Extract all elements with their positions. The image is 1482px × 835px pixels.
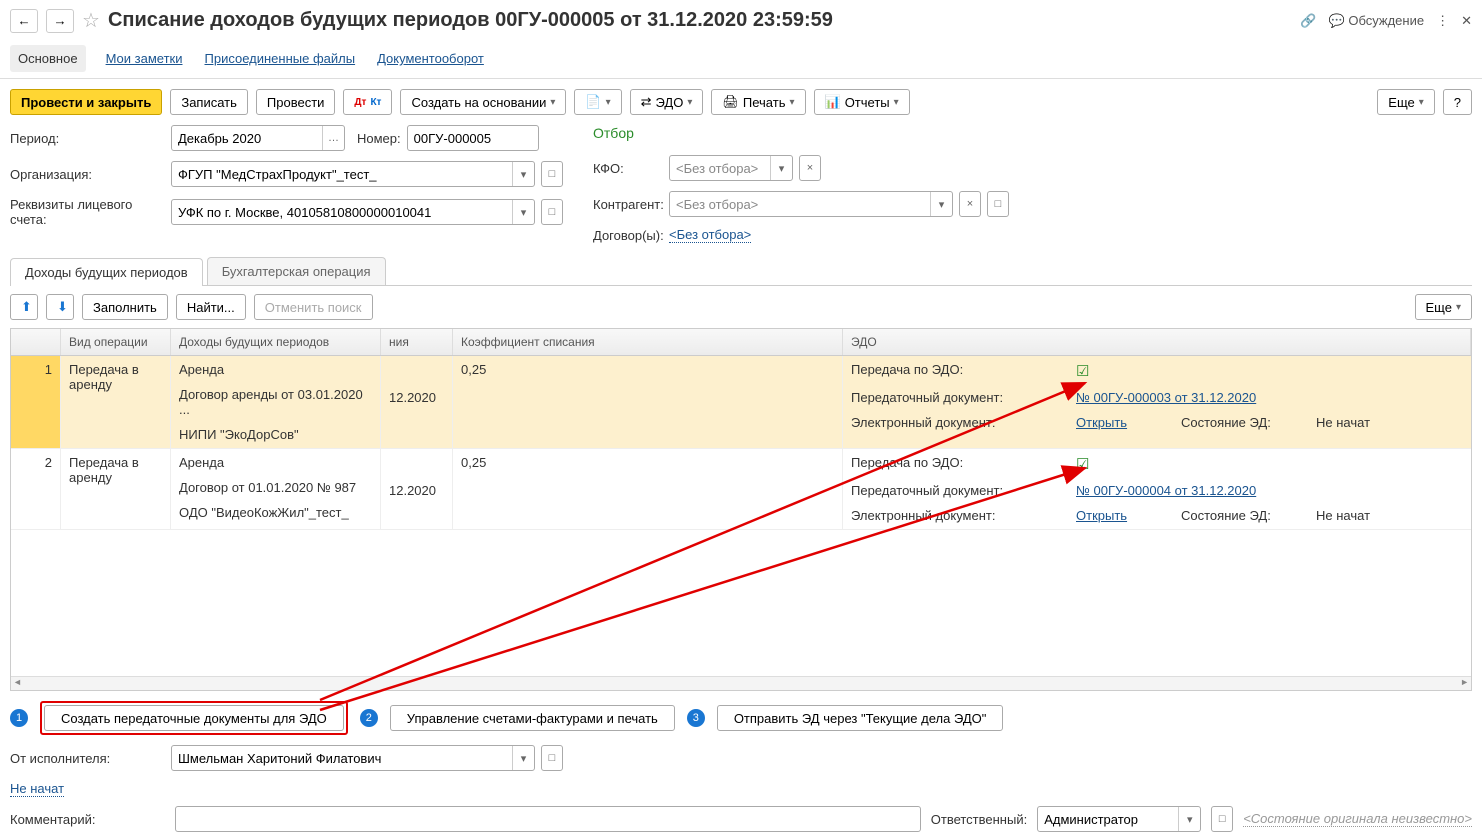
org-label: Организация:: [10, 167, 165, 182]
reports-button[interactable]: 📊 Отчеты: [814, 89, 910, 115]
close-icon[interactable]: ✕: [1461, 13, 1472, 29]
edo-doc-link[interactable]: № 00ГУ-000003 от 31.12.2020: [1076, 390, 1256, 405]
title-bar: ← → ☆ Списание доходов будущих периодов …: [0, 0, 1482, 33]
back-button[interactable]: ←: [10, 9, 38, 33]
send-ed-button[interactable]: Отправить ЭД через "Текущие дела ЭДО": [717, 705, 1004, 731]
contr-input[interactable]: [670, 192, 930, 216]
period-label: Период:: [10, 131, 165, 146]
page-title: Списание доходов будущих периодов 00ГУ-0…: [108, 9, 1292, 32]
contr-drop-icon[interactable]: ▾: [930, 192, 952, 216]
contr-clear-icon[interactable]: ×: [959, 191, 981, 217]
checkbox-icon[interactable]: ☑: [1076, 362, 1089, 380]
step-badge-1: 1: [10, 709, 28, 727]
print-button[interactable]: 🖨 Печать: [711, 89, 805, 115]
resp-input[interactable]: [1038, 807, 1178, 831]
post-close-button[interactable]: Провести и закрыть: [10, 89, 162, 115]
col-rep: ния: [381, 329, 453, 355]
comment-label: Комментарий:: [10, 812, 165, 827]
contract-label: Договор(ы):: [593, 228, 663, 243]
account-open-icon[interactable]: □: [541, 199, 563, 225]
forward-button[interactable]: →: [46, 9, 74, 33]
more-button[interactable]: Еще: [1377, 89, 1434, 115]
discuss-button[interactable]: 💬 Обсуждение: [1329, 13, 1425, 29]
move-down-button[interactable]: ⬇: [46, 294, 74, 320]
comment-input[interactable]: [176, 807, 920, 831]
create-based-button[interactable]: Создать на основании: [400, 89, 566, 115]
horizontal-scrollbar[interactable]: [11, 676, 1471, 690]
move-up-button[interactable]: ⬆: [10, 294, 38, 320]
account-drop-icon[interactable]: ▾: [512, 200, 534, 224]
org-input[interactable]: [172, 162, 512, 186]
tab-files[interactable]: Присоединенные файлы: [203, 45, 358, 72]
help-button[interactable]: ?: [1443, 89, 1472, 115]
record-button[interactable]: Записать: [170, 89, 248, 115]
favorite-icon[interactable]: ☆: [82, 8, 100, 33]
org-open-icon[interactable]: □: [541, 161, 563, 187]
contr-open-icon[interactable]: □: [987, 191, 1009, 217]
edo-doc-link[interactable]: № 00ГУ-000004 от 31.12.2020: [1076, 483, 1256, 498]
kfo-clear-icon[interactable]: ×: [799, 155, 821, 181]
post-button[interactable]: Провести: [256, 89, 336, 115]
account-label: Реквизиты лицевого счета:: [10, 197, 165, 227]
main-toolbar: Провести и закрыть Записать Провести ДтК…: [0, 79, 1482, 125]
find-button[interactable]: Найти...: [176, 294, 246, 320]
kfo-drop-icon[interactable]: ▾: [770, 156, 792, 180]
account-input[interactable]: [172, 200, 512, 224]
table-row[interactable]: 1 Передача в аренду Аренда Договор аренд…: [11, 356, 1471, 449]
kfo-label: КФО:: [593, 161, 663, 176]
tab-income[interactable]: Доходы будущих периодов: [10, 258, 203, 286]
create-docs-button[interactable]: Создать передаточные документы для ЭДО: [44, 705, 344, 731]
resp-drop-icon[interactable]: ▾: [1178, 807, 1200, 831]
exec-label: От исполнителя:: [10, 751, 165, 766]
exec-input[interactable]: [172, 746, 512, 770]
period-input[interactable]: [172, 126, 322, 150]
tab-accounting[interactable]: Бухгалтерская операция: [207, 257, 386, 285]
contr-label: Контрагент:: [593, 197, 663, 212]
tab-main[interactable]: Основное: [10, 45, 86, 72]
tab-flow[interactable]: Документооборот: [375, 45, 486, 72]
col-income: Доходы будущих периодов: [171, 329, 381, 355]
nav-tabs: Основное Мои заметки Присоединенные файл…: [0, 39, 1482, 79]
col-coef: Коэффициент списания: [453, 329, 843, 355]
table-more-button[interactable]: Еще: [1415, 294, 1472, 320]
exec-open-icon[interactable]: □: [541, 745, 563, 771]
docs-icon-button[interactable]: 📄: [574, 89, 621, 115]
tab-notes[interactable]: Мои заметки: [104, 45, 185, 72]
edo-open-link[interactable]: Открыть: [1076, 415, 1181, 430]
orig-state-link[interactable]: <Состояние оригинала неизвестно>: [1243, 811, 1472, 827]
not-started-link[interactable]: Не начат: [10, 781, 64, 797]
number-label: Номер:: [357, 131, 401, 146]
contract-link[interactable]: <Без отбора>: [669, 227, 751, 243]
exec-drop-icon[interactable]: ▾: [512, 746, 534, 770]
manage-invoices-button[interactable]: Управление счетами-фактурами и печать: [390, 705, 675, 731]
resp-label: Ответственный:: [931, 812, 1027, 827]
org-drop-icon[interactable]: ▾: [512, 162, 534, 186]
kfo-input[interactable]: [670, 156, 770, 180]
edo-button[interactable]: ⇄ ЭДО: [630, 89, 704, 115]
filter-title: Отбор: [593, 125, 1009, 141]
debit-credit-button[interactable]: ДтКт: [343, 89, 392, 115]
fill-button[interactable]: Заполнить: [82, 294, 168, 320]
col-edo: ЭДО: [843, 329, 1471, 355]
step-badge-2: 2: [360, 709, 378, 727]
table-row[interactable]: 2 Передача в аренду Аренда Договор от 01…: [11, 449, 1471, 530]
resp-open-icon[interactable]: □: [1211, 806, 1233, 832]
income-table: Вид операции Доходы будущих периодов ния…: [10, 328, 1472, 691]
edo-open-link[interactable]: Открыть: [1076, 508, 1181, 523]
checkbox-icon[interactable]: ☑: [1076, 455, 1089, 473]
menu-icon[interactable]: ⋮: [1436, 13, 1449, 29]
col-op: Вид операции: [61, 329, 171, 355]
period-picker-icon[interactable]: …: [322, 126, 344, 150]
number-input[interactable]: [408, 126, 538, 150]
cancel-find-button[interactable]: Отменить поиск: [254, 294, 373, 320]
step-badge-3: 3: [687, 709, 705, 727]
link-icon[interactable]: 🔗: [1300, 13, 1316, 29]
